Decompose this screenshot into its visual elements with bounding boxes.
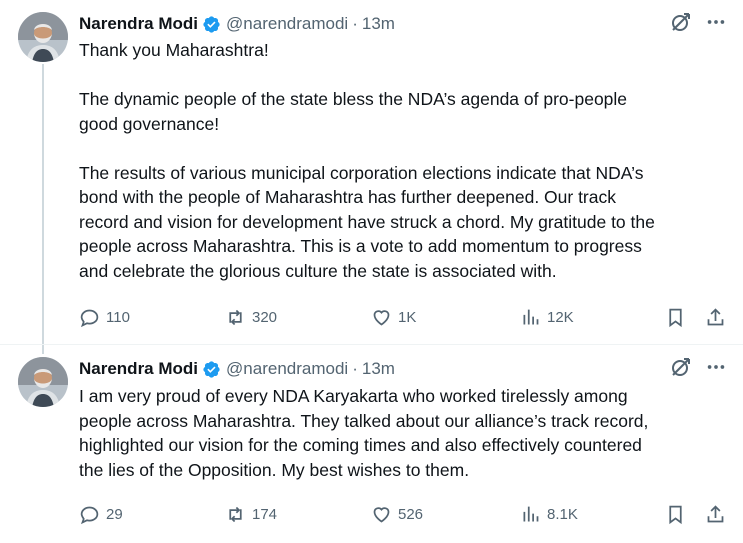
repost-icon: [229, 506, 242, 522]
thread-connector-line: [42, 64, 44, 354]
like-button[interactable]: 526: [371, 502, 423, 526]
views-button[interactable]: 8.1K: [520, 502, 578, 526]
share-button[interactable]: [705, 305, 726, 329]
like-icon: [373, 309, 390, 326]
grok-icon[interactable]: [669, 355, 693, 379]
bookmark-icon: [669, 308, 682, 327]
like-icon: [373, 506, 390, 523]
timestamp[interactable]: 13m: [362, 359, 395, 379]
share-button[interactable]: [705, 502, 726, 526]
more-icon[interactable]: [705, 356, 727, 378]
author-handle[interactable]: @narendramodi: [226, 14, 348, 34]
tweet-header: Narendra Modi @narendramodi · 13m: [79, 357, 395, 381]
grok-icon[interactable]: [669, 10, 693, 34]
views-count: 12K: [547, 308, 574, 326]
bookmark-icon: [669, 505, 682, 524]
reply-count: 110: [106, 308, 130, 326]
repost-count: 174: [252, 505, 278, 523]
repost-count: 320: [252, 308, 278, 326]
tweet-header: Narendra Modi @narendramodi · 13m: [79, 12, 395, 36]
tweet-actions: 29 174 526 8.1K: [79, 502, 729, 526]
bookmark-button[interactable]: [665, 502, 686, 526]
header-separator: ·: [352, 14, 358, 33]
more-icon[interactable]: [705, 11, 727, 33]
tweet-1[interactable]: Narendra Modi @narendramodi · 13m Thank …: [0, 0, 743, 354]
verified-badge-icon: [203, 360, 220, 378]
header-separator: ·: [352, 359, 358, 378]
tweet-top-actions: [669, 10, 727, 34]
avatar[interactable]: [18, 357, 68, 407]
bookmark-button[interactable]: [665, 305, 686, 329]
share-icon: [707, 504, 724, 522]
tweet-2[interactable]: Narendra Modi @narendramodi · 13m I am v…: [0, 345, 743, 543]
repost-button[interactable]: 174: [225, 502, 277, 526]
like-count: 1K: [398, 308, 417, 326]
like-button[interactable]: 1K: [371, 305, 416, 329]
author-name[interactable]: Narendra Modi: [79, 14, 198, 34]
avatar[interactable]: [18, 12, 68, 62]
repost-button[interactable]: 320: [225, 305, 277, 329]
timestamp[interactable]: 13m: [362, 14, 395, 34]
reply-icon: [80, 506, 99, 524]
share-icon: [707, 307, 724, 325]
tweet-text: I am very proud of every NDA Karyakarta …: [79, 386, 649, 480]
tweet-actions: 110 320 1K 12K: [79, 305, 729, 329]
views-count: 8.1K: [547, 505, 578, 523]
reply-count: 29: [106, 505, 123, 523]
repost-icon: [229, 309, 242, 325]
tweet-text: Thank you Maharashtra! The dynamic peopl…: [79, 40, 655, 281]
views-button[interactable]: 12K: [520, 305, 574, 329]
reply-button[interactable]: 29: [79, 502, 123, 526]
reply-button[interactable]: 110: [79, 305, 130, 329]
tweet-top-actions: [669, 355, 727, 379]
author-name[interactable]: Narendra Modi: [79, 359, 198, 379]
verified-badge-icon: [203, 15, 220, 33]
views-icon: [523, 309, 539, 324]
reply-icon: [80, 309, 99, 327]
views-icon: [523, 506, 539, 521]
author-handle[interactable]: @narendramodi: [226, 359, 348, 379]
like-count: 526: [398, 505, 424, 523]
